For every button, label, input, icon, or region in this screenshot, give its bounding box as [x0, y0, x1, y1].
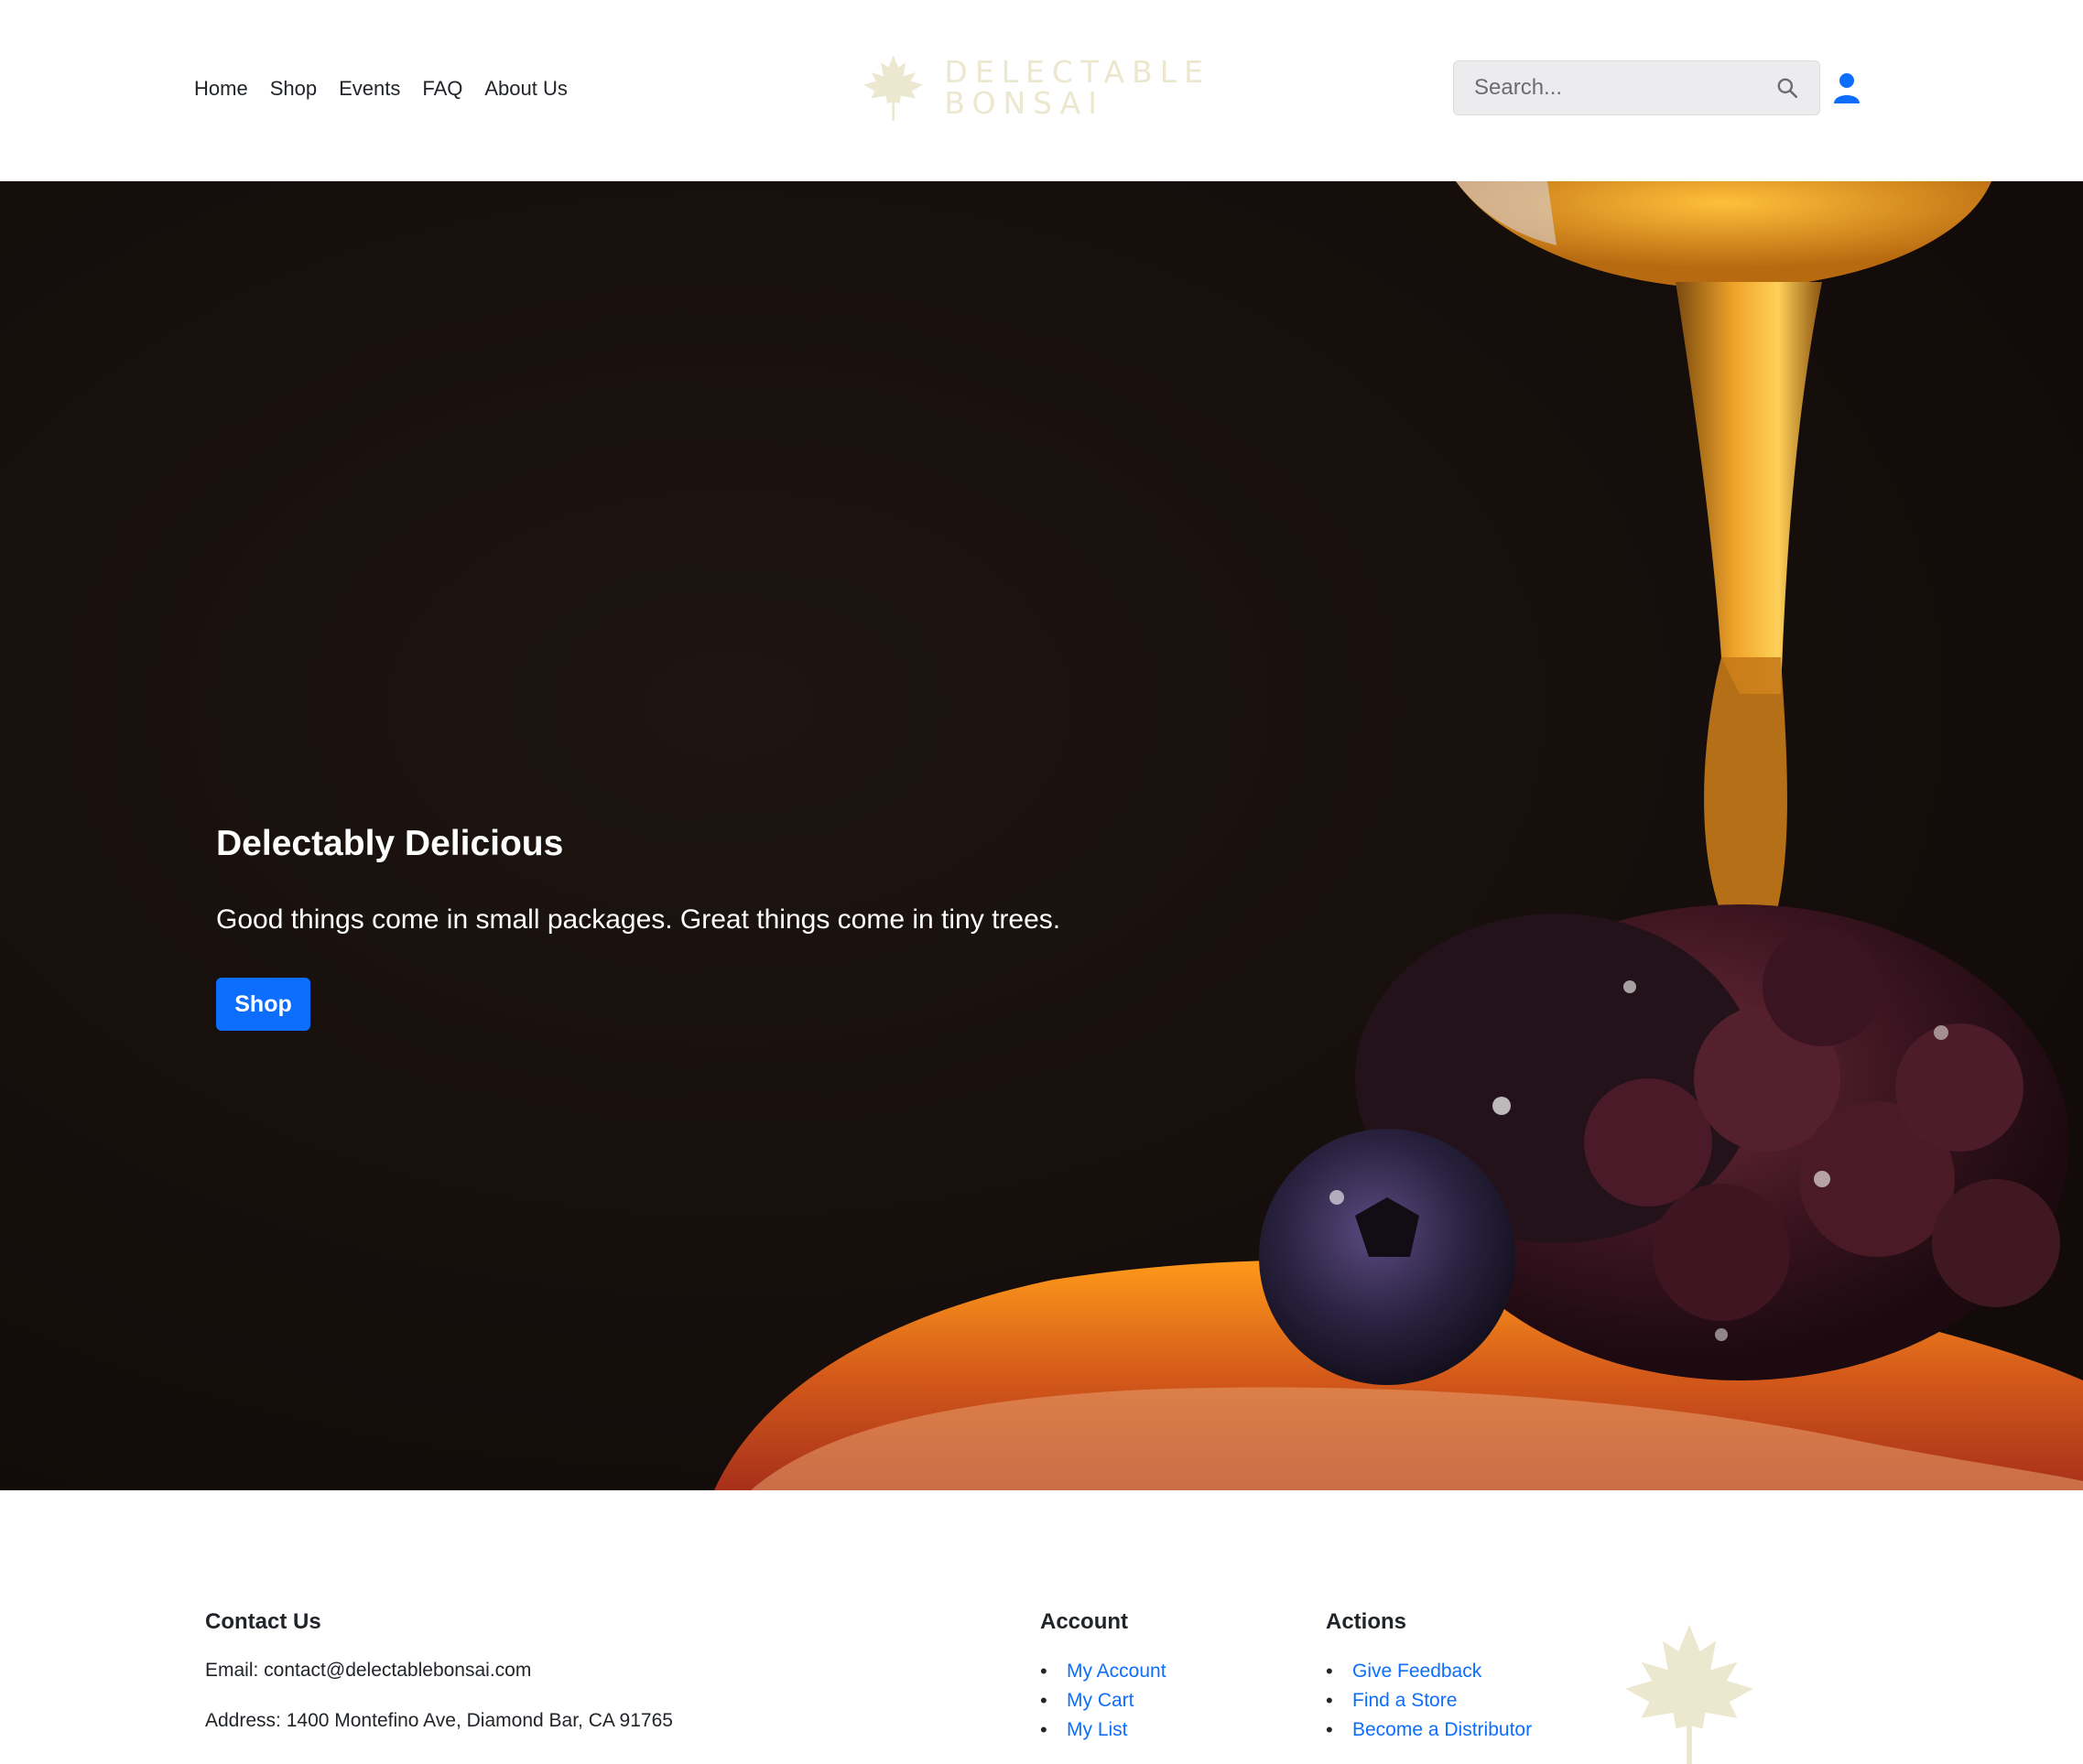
list-item: My Cart [1040, 1686, 1166, 1715]
contact-address: Address: 1400 Montefino Ave, Diamond Bar… [205, 1710, 673, 1731]
search-input[interactable] [1454, 61, 1775, 114]
list-item: Give Feedback [1326, 1657, 1532, 1686]
brand-logo[interactable]: DELECTABLE BONSAI [862, 33, 1210, 143]
account-title: Account [1040, 1609, 1128, 1634]
brand-wordmark: DELECTABLE BONSAI [944, 57, 1210, 119]
brand-line-1: DELECTABLE [944, 54, 1210, 90]
maple-leaf-icon [863, 55, 924, 121]
brand-line-2: BONSAI [944, 85, 1104, 121]
hero-banner: Delectably Delicious Good things come in… [0, 181, 2083, 1490]
nav-faq[interactable]: FAQ [422, 75, 462, 103]
list-item: My Account [1040, 1657, 1166, 1686]
link-my-account[interactable]: My Account [1067, 1661, 1166, 1682]
main-nav: Home Shop Events FAQ About Us [194, 75, 590, 103]
link-find-a-store[interactable]: Find a Store [1352, 1690, 1457, 1711]
nav-home[interactable]: Home [194, 75, 248, 103]
actions-title: Actions [1326, 1609, 1407, 1634]
list-item: Find a Store [1326, 1686, 1532, 1715]
site-header: Home Shop Events FAQ About Us DELECTABLE… [0, 0, 2083, 181]
user-icon[interactable] [1832, 72, 1861, 105]
list-item: My List [1040, 1715, 1166, 1745]
actions-links: Give Feedback Find a Store Become a Dist… [1326, 1657, 1532, 1745]
nav-about-us[interactable]: About Us [484, 75, 568, 103]
link-become-a-distributor[interactable]: Become a Distributor [1352, 1719, 1532, 1740]
maple-leaf-icon [1625, 1624, 1753, 1764]
link-my-cart[interactable]: My Cart [1067, 1690, 1134, 1711]
account-links: My Account My Cart My List [1040, 1657, 1166, 1745]
link-my-list[interactable]: My List [1067, 1719, 1128, 1740]
nav-shop[interactable]: Shop [270, 75, 317, 103]
link-give-feedback[interactable]: Give Feedback [1352, 1661, 1481, 1682]
list-item: Become a Distributor [1326, 1715, 1532, 1745]
shop-button[interactable]: Shop [216, 978, 310, 1031]
site-footer: Contact Us Email: contact@delectablebons… [0, 1490, 2083, 1764]
search-icon[interactable] [1775, 76, 1799, 100]
search-box [1453, 60, 1820, 115]
hero-title: Delectably Delicious [216, 824, 564, 863]
nav-events[interactable]: Events [339, 75, 400, 103]
contact-title: Contact Us [205, 1609, 321, 1634]
hero-subtitle: Good things come in small packages. Grea… [216, 904, 1061, 935]
contact-email: Email: contact@delectablebonsai.com [205, 1660, 532, 1681]
